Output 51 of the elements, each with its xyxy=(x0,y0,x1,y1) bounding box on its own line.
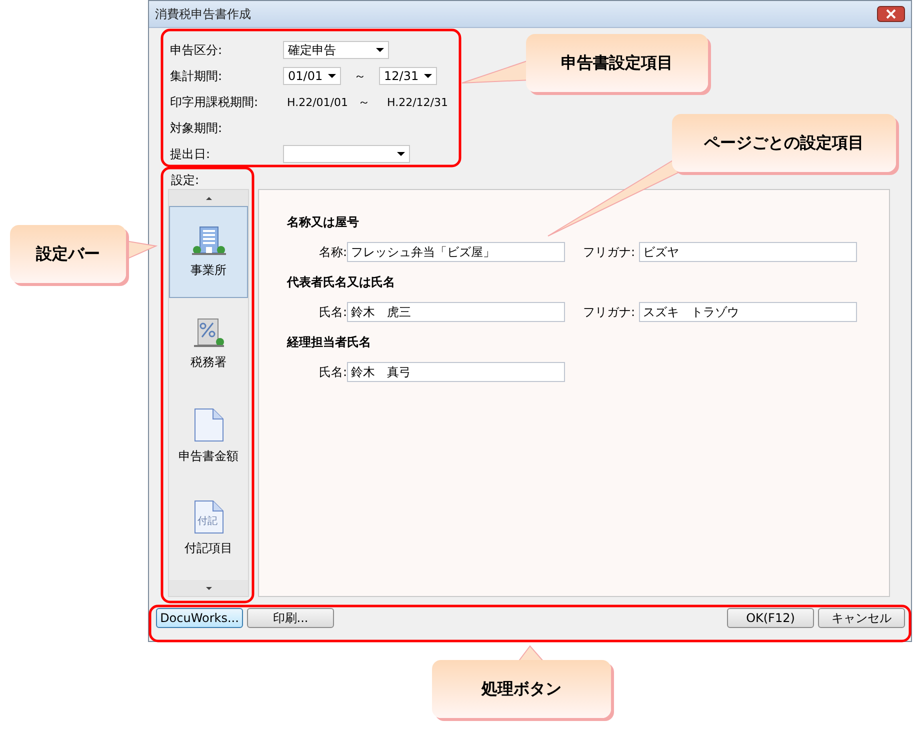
section-heading: 経理担当者氏名 xyxy=(287,334,372,351)
field-label: 対象期間: xyxy=(170,120,224,136)
building-icon xyxy=(192,226,226,256)
percent-building-icon xyxy=(194,318,224,348)
caret-icon xyxy=(424,74,432,78)
window-title: 消費税申告書作成 xyxy=(155,6,252,22)
field-label: フリガナ: xyxy=(582,304,636,320)
field-label: フリガナ: xyxy=(582,244,636,260)
dialog-button[interactable]: OK(F12) xyxy=(727,608,814,628)
close-icon[interactable] xyxy=(877,6,905,22)
text-field[interactable]: ビズヤ xyxy=(639,242,857,262)
text-field[interactable]: フレッシュ弁当「ビズ屋」 xyxy=(347,242,565,262)
callout-bubble: 申告書設定項目 xyxy=(526,34,708,92)
scroll-up-button[interactable] xyxy=(169,190,248,206)
field-label: 提出日: xyxy=(170,146,212,162)
dropdown[interactable]: 確定申告 xyxy=(283,41,389,59)
section-heading: 代表者氏名又は氏名 xyxy=(287,274,396,291)
caret-icon xyxy=(397,152,405,156)
range-separator: ～ xyxy=(357,94,371,110)
sidebar-item[interactable]: 事業所 xyxy=(169,206,248,298)
caret-icon xyxy=(328,74,336,78)
field-label: 名称: xyxy=(318,244,347,260)
dialog-button[interactable]: DocuWorks... xyxy=(156,608,243,628)
date-text: H.22/12/31 xyxy=(386,96,445,108)
dialog-button[interactable]: キャンセル xyxy=(818,608,905,628)
date-text: H.22/01/01 xyxy=(286,96,345,108)
callout-bubble: 設定バー xyxy=(10,225,126,283)
field-label: 印字用課税期間: xyxy=(170,94,260,110)
sidebar-item[interactable]: 申告書金額 xyxy=(169,390,248,482)
callout-bubble: ページごとの設定項目 xyxy=(672,114,896,172)
text-field[interactable]: 鈴木 虎三 xyxy=(347,302,565,322)
sidebar-item[interactable]: 付記 付記項目 xyxy=(169,482,248,574)
section-heading: 名称又は屋号 xyxy=(287,214,360,231)
document-icon xyxy=(194,408,224,442)
dropdown[interactable]: 12/31 xyxy=(379,67,437,85)
field-label: 氏名: xyxy=(318,364,347,380)
sidebar-label: 設定: xyxy=(170,172,200,189)
range-separator: ～ xyxy=(353,68,367,84)
scroll-down-button[interactable] xyxy=(169,580,248,596)
field-label: 氏名: xyxy=(318,304,347,320)
text-field[interactable]: 鈴木 真弓 xyxy=(347,362,565,382)
field-label: 申告区分: xyxy=(170,42,224,58)
field-label: 集計期間: xyxy=(170,68,224,84)
dialog-button[interactable]: 印刷... xyxy=(247,608,334,628)
caret-icon xyxy=(376,48,384,52)
sidebar-item[interactable]: 税務署 xyxy=(169,298,248,390)
callout-bubble: 処理ボタン xyxy=(432,660,611,718)
document-icon: 付記 xyxy=(194,500,224,534)
text-field[interactable]: スズキ トラゾウ xyxy=(639,302,857,322)
dropdown[interactable] xyxy=(283,145,410,163)
dropdown[interactable]: 01/01 xyxy=(283,67,341,85)
